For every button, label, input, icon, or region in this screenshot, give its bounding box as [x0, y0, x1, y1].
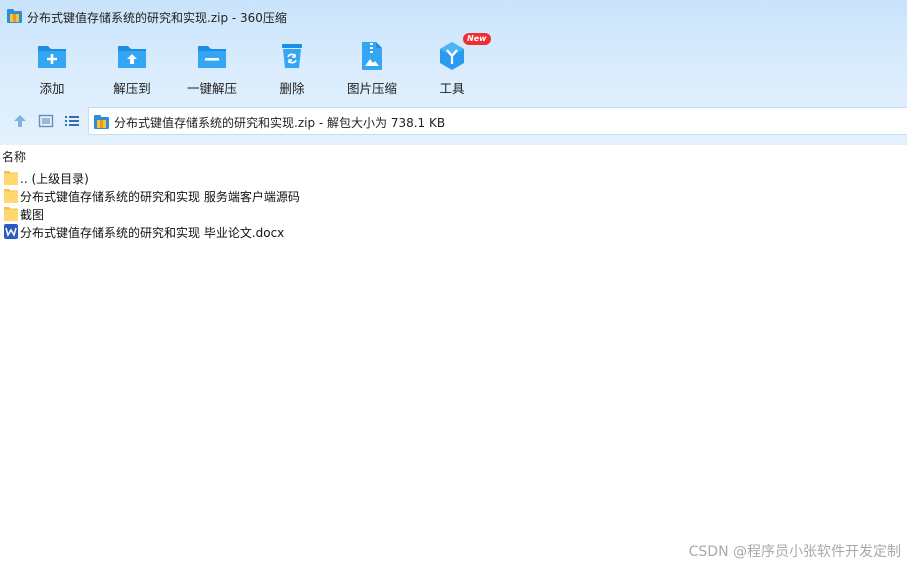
folder-add-icon	[38, 46, 66, 68]
address-row: 分布式键值存储系统的研究和实现.zip - 解包大小为 738.1 KB	[0, 106, 907, 136]
thumbnail-view-icon[interactable]	[38, 113, 54, 129]
folder-icon	[4, 207, 18, 221]
address-bar[interactable]: 分布式键值存储系统的研究和实现.zip - 解包大小为 738.1 KB	[88, 107, 907, 135]
delete-label: 删除	[279, 81, 305, 96]
zip-archive-icon	[7, 9, 22, 23]
file-list: 名称 .. (上级目录) 分布式键值存储系统的研究和实现 服务端客户端源码 截图…	[0, 145, 907, 567]
one-click-extract-label: 一键解压	[186, 81, 237, 96]
tools-button[interactable]: New 工具	[417, 33, 491, 98]
word-document-icon	[4, 224, 18, 239]
list-item-source-folder[interactable]: 分布式键值存储系统的研究和实现 服务端客户端源码	[0, 187, 600, 205]
tools-icon	[440, 42, 464, 70]
list-item-name: 分布式键值存储系统的研究和实现 毕业论文.docx	[20, 226, 285, 240]
folder-extract-icon	[118, 46, 146, 68]
folder-icon	[4, 171, 18, 185]
image-compress-icon	[362, 42, 382, 70]
list-item-screenshots-folder[interactable]: 截图	[0, 205, 600, 223]
window-title: 分布式键值存储系统的研究和实现.zip - 360压缩	[27, 11, 287, 25]
delete-button[interactable]: 删除	[257, 36, 327, 98]
add-label: 添加	[39, 81, 65, 96]
zip-archive-icon	[94, 115, 109, 129]
list-view-icon[interactable]	[64, 113, 80, 129]
recycle-bin-icon	[282, 44, 302, 68]
list-item-name: 截图	[20, 208, 45, 222]
one-click-extract-button[interactable]: 一键解压	[177, 36, 247, 98]
add-button[interactable]: 添加	[17, 36, 87, 98]
toolbar: 添加 解压到 一键解压 删除 图片压缩 New 工具	[0, 33, 907, 100]
title-bar: 分布式键值存储系统的研究和实现.zip - 360压缩	[0, 0, 907, 32]
up-arrow-icon[interactable]	[12, 113, 28, 129]
folder-one-click-icon	[198, 46, 226, 68]
tools-label: 工具	[439, 81, 465, 96]
image-compress-button[interactable]: 图片压缩	[337, 36, 407, 98]
column-header-name[interactable]: 名称	[2, 148, 26, 165]
list-item-parent-dir[interactable]: .. (上级目录)	[0, 169, 600, 187]
list-item-thesis-docx[interactable]: 分布式键值存储系统的研究和实现 毕业论文.docx	[0, 223, 600, 241]
folder-icon	[4, 189, 18, 203]
list-item-name: 分布式键值存储系统的研究和实现 服务端客户端源码	[20, 190, 300, 204]
address-text: 分布式键值存储系统的研究和实现.zip - 解包大小为 738.1 KB	[114, 116, 446, 130]
list-item-name: .. (上级目录)	[20, 172, 89, 186]
extract-to-button[interactable]: 解压到	[97, 36, 167, 98]
new-badge: New	[463, 33, 491, 45]
watermark: CSDN @程序员小张软件开发定制	[688, 544, 901, 560]
image-compress-label: 图片压缩	[346, 81, 397, 96]
extract-to-label: 解压到	[113, 81, 151, 96]
